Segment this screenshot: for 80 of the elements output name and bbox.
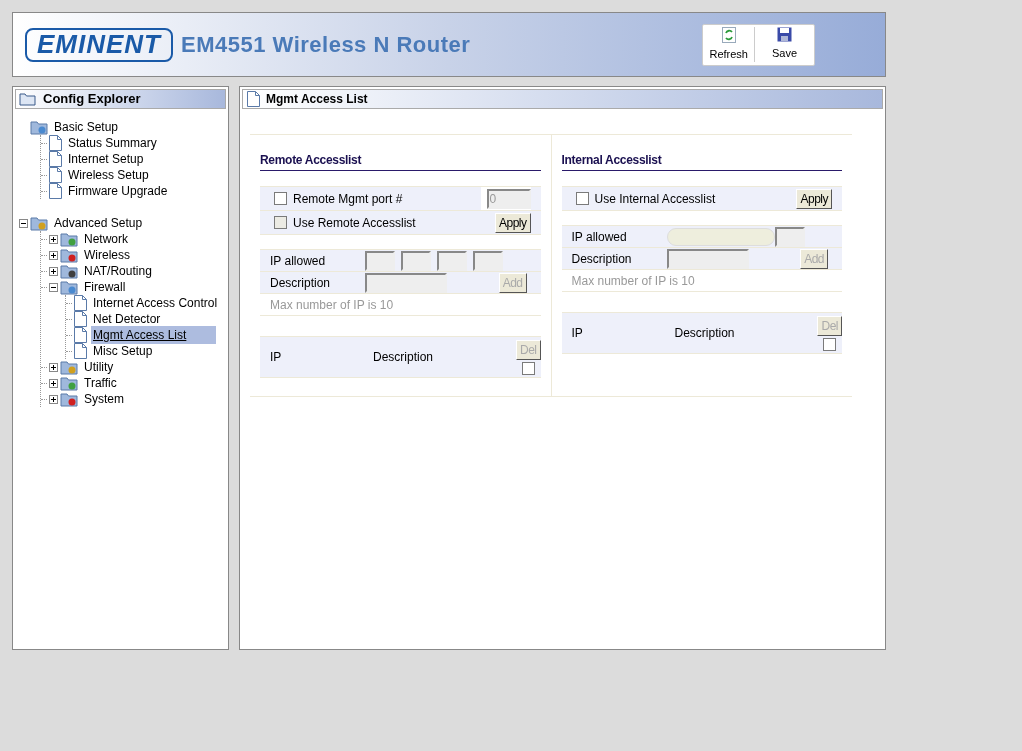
tree-item[interactable]: Traffic — [82, 374, 119, 392]
page-icon — [49, 167, 62, 183]
folder-icon — [19, 92, 36, 106]
save-icon — [777, 27, 792, 43]
page-icon — [49, 135, 62, 151]
ip-octet-field[interactable] — [437, 250, 467, 271]
tree-item[interactable]: Wireless Setup — [66, 166, 151, 184]
tree-item[interactable]: System — [82, 390, 126, 408]
column-header: Description — [373, 349, 435, 366]
folder-icon — [60, 247, 78, 263]
expand-toggle[interactable] — [49, 250, 58, 260]
tree-item[interactable]: Net Detector — [91, 310, 163, 328]
tree-item[interactable]: Network — [82, 230, 130, 248]
refresh-button[interactable]: Refresh — [703, 26, 754, 63]
ip-octet-field[interactable] — [401, 250, 431, 271]
panel-title: Mgmt Access List — [266, 91, 368, 108]
tree-item[interactable]: Utility — [82, 358, 116, 376]
collapse-toggle[interactable] — [19, 218, 28, 228]
brand-logo: EMINENT — [25, 27, 173, 62]
router-title: EM4551 Wireless N Router — [181, 31, 471, 59]
option-label: Use Remote Accesslist — [293, 214, 417, 232]
ip-field[interactable] — [666, 227, 775, 246]
section-heading: Internal Accesslist — [561, 151, 842, 171]
field-label: Description — [571, 250, 633, 268]
expand-toggle[interactable] — [49, 394, 58, 404]
limit-note: Max number of IP is 10 — [571, 272, 695, 290]
field-label: Description — [270, 274, 332, 292]
tree-item[interactable]: Misc Setup — [91, 342, 155, 360]
expand-toggle[interactable] — [49, 234, 58, 244]
column-header: Description — [674, 325, 736, 342]
tree-item[interactable]: Mgmt Access List — [91, 326, 217, 344]
page-icon — [74, 327, 87, 343]
checkbox[interactable] — [521, 361, 535, 375]
expand-toggle[interactable] — [49, 378, 58, 388]
checkbox[interactable] — [274, 192, 287, 205]
tree-item[interactable]: Firewall — [82, 278, 128, 296]
page-icon — [49, 183, 62, 199]
checkbox[interactable] — [575, 192, 589, 205]
refresh-icon — [721, 26, 736, 43]
apply-button[interactable]: Apply — [796, 188, 832, 209]
tree-item[interactable]: NAT/Routing — [82, 262, 154, 280]
folder-icon — [60, 263, 78, 279]
tree-item[interactable]: Internet Access Control — [91, 294, 220, 312]
folder-icon — [60, 231, 78, 247]
section-heading: Remote Accesslist — [260, 151, 541, 171]
page-icon — [247, 91, 260, 107]
folder-icon — [60, 375, 78, 391]
ip-octet-field[interactable] — [365, 250, 395, 271]
tree-item[interactable]: Firmware Upgrade — [66, 182, 170, 200]
folder-icon — [60, 391, 78, 407]
tree-item[interactable]: Wireless — [82, 246, 132, 264]
ip-octet-field[interactable] — [774, 226, 805, 247]
field-label: IP allowed — [270, 252, 327, 270]
ip-octet-field[interactable] — [473, 250, 503, 271]
column-header: IP — [571, 325, 584, 342]
sidebar-title: Config Explorer — [43, 90, 141, 109]
limit-note: Max number of IP is 10 — [270, 296, 394, 314]
expand-toggle[interactable] — [49, 266, 58, 276]
tree-item[interactable]: Internet Setup — [66, 150, 146, 168]
expand-toggle[interactable] — [49, 362, 58, 372]
page-icon — [49, 151, 62, 167]
option-label: Remote Mgmt port # — [293, 190, 404, 208]
checkbox[interactable] — [823, 337, 837, 351]
save-button[interactable]: Save — [754, 27, 814, 62]
description-field[interactable] — [666, 248, 749, 269]
option-label: Use Internal Accesslist — [594, 190, 717, 208]
folder-icon — [30, 119, 48, 135]
description-field[interactable] — [365, 272, 447, 293]
tree-item[interactable]: Advanced Setup — [52, 214, 145, 232]
page-icon — [74, 295, 87, 311]
folder-icon — [60, 359, 78, 375]
field-label: IP allowed — [571, 228, 628, 246]
tree-item[interactable]: Status Summary — [66, 134, 159, 152]
collapse-toggle[interactable] — [49, 282, 58, 292]
page-icon — [74, 343, 87, 359]
folder-icon — [30, 215, 48, 231]
tree-item[interactable]: Basic Setup — [52, 118, 121, 136]
folder-icon — [60, 279, 78, 295]
column-header: IP — [270, 349, 283, 366]
page-icon — [74, 311, 87, 327]
